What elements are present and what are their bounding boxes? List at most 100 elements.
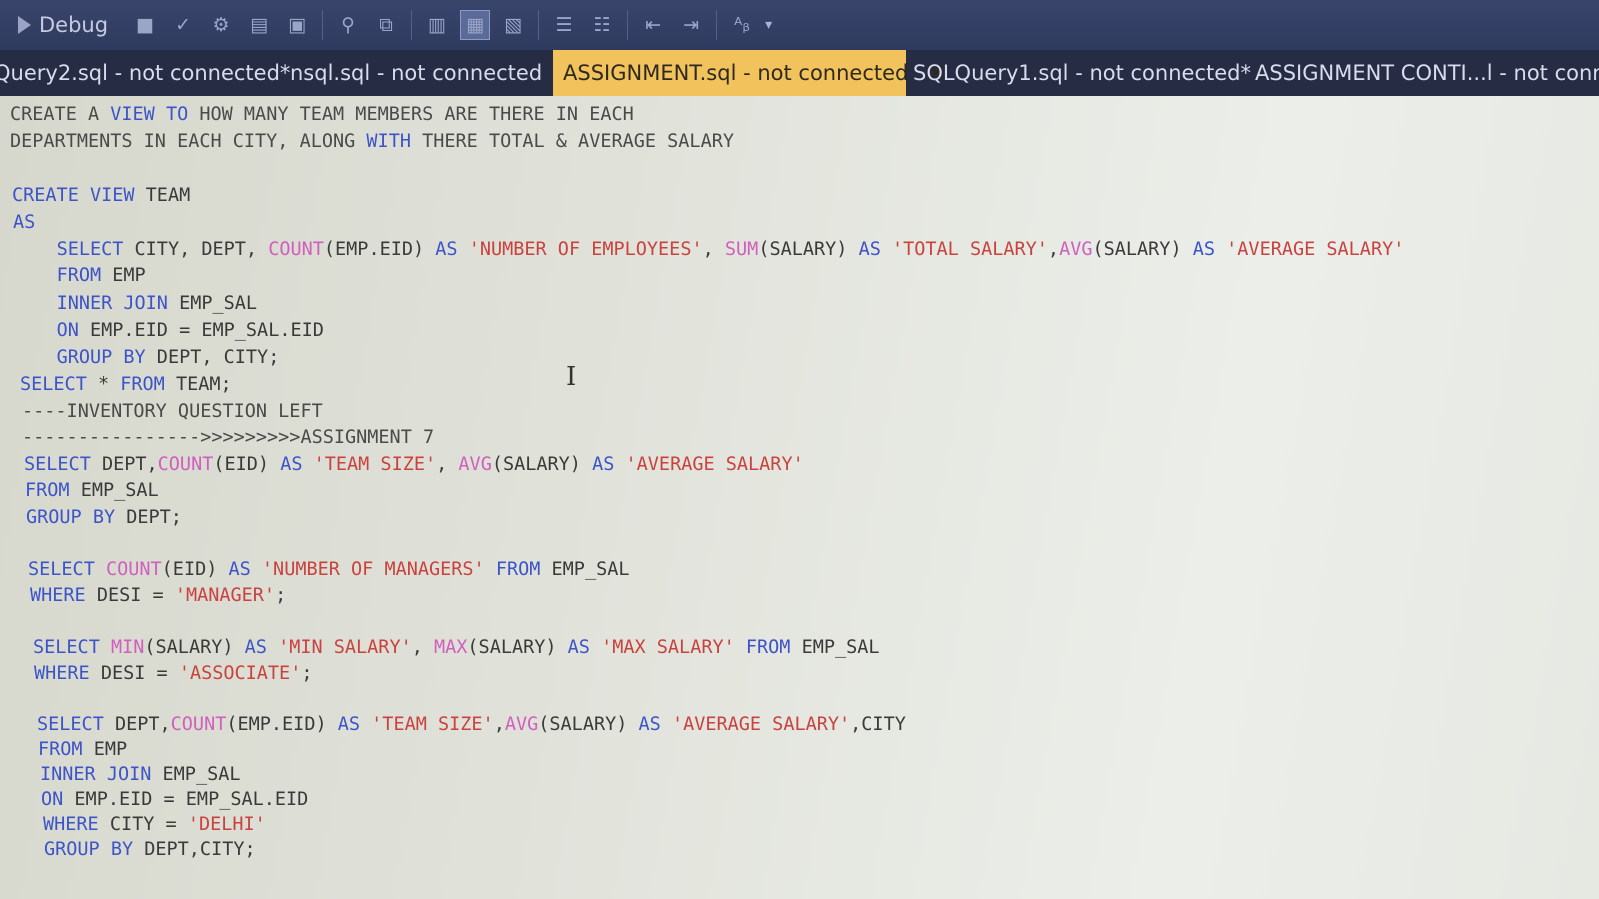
code-token: AS (592, 454, 615, 475)
code-line: ---------------->>>>>>>>>ASSIGNMENT 7 (22, 425, 434, 451)
code-token: EMP.EID = EMP_SAL.EID (63, 789, 309, 810)
results-text-icon[interactable]: ▥ (422, 10, 452, 40)
code-token: DEPT, (90, 454, 158, 475)
code-token: VIEW (110, 104, 155, 125)
code-line: WHERE CITY = 'DELHI' (43, 812, 266, 838)
code-token: DEPT, CITY; (145, 347, 280, 368)
code-token: , (493, 714, 505, 735)
code-token: FROM (38, 739, 83, 760)
toolbar-separator (322, 10, 324, 40)
play-icon (18, 16, 31, 34)
code-line: GROUP BY DEPT, CITY; (12, 345, 280, 371)
code-line: WHERE DESI = 'MANAGER'; (30, 583, 286, 609)
code-token: 'DELHI' (187, 814, 266, 835)
results-grid-icon[interactable]: ▦ (460, 10, 491, 40)
code-token: EMP_SAL (167, 293, 258, 314)
tab-label: nsql.sql - not connected (290, 61, 543, 85)
code-token: COUNT (105, 559, 162, 580)
code-line: CREATE VIEW TEAM (12, 183, 190, 209)
code-line: ON EMP.EID = EMP_SAL.EID (12, 318, 324, 344)
code-token: (EID) (161, 559, 229, 580)
tab-assignment-conti[interactable]: ASSIGNMENT CONTI...l - not conne (1255, 50, 1599, 96)
code-token: AS (1192, 239, 1216, 260)
tab-label: ASSIGNMENT.sql - not connected (563, 61, 909, 85)
toolbar-separator (411, 10, 413, 40)
code-token: , (436, 454, 459, 475)
code-token: SELECT (37, 714, 104, 735)
specify-values-icon[interactable]: ᴬᵦ (727, 10, 757, 40)
code-line: GROUP BY DEPT; (26, 505, 182, 531)
code-line: INNER JOIN EMP_SAL (40, 762, 241, 788)
code-token: DESI = (85, 585, 175, 606)
code-token: WITH (366, 131, 411, 152)
code-token: AVG (504, 714, 539, 735)
tab-query2[interactable]: Query2.sql - not connected* (0, 50, 290, 96)
tab-label: ASSIGNMENT CONTI...l - not conne (1255, 61, 1599, 85)
tab-assignment[interactable]: ASSIGNMENT.sql - not connected ✕ (553, 50, 946, 96)
toolbar-separator (538, 10, 540, 40)
toolbar: Debug ■ ✓ ⚙ ▤ ▣ ⚲ ⧉ ▥ ▦ ▧ ☰ ☷ ⇤ ⇥ ᴬᵦ ▾ (0, 0, 1599, 50)
code-token: SELECT (20, 374, 87, 395)
code-token: SELECT (28, 559, 95, 580)
code-token: CREATE A (10, 104, 111, 125)
plan-icon[interactable]: ⚲ (333, 10, 363, 40)
results-file-icon[interactable]: ▧ (498, 10, 528, 40)
increase-indent-icon[interactable]: ⇥ (676, 10, 706, 40)
query-options-icon[interactable]: ⧉ (371, 10, 401, 40)
code-token: , (702, 239, 725, 260)
code-token: 'NUMBER OF EMPLOYEES' (468, 239, 703, 260)
check-icon[interactable]: ✓ (168, 10, 198, 40)
tab-sqlquery1[interactable]: SQLQuery1.sql - not connected* (913, 50, 1251, 96)
code-token: INNER JOIN (56, 293, 168, 314)
code-token: SELECT (33, 637, 100, 658)
code-line: SELECT DEPT,COUNT(EMP.EID) AS 'TEAM SIZE… (37, 712, 906, 738)
code-token: ; (301, 663, 313, 684)
stop-icon[interactable]: ■ (130, 10, 160, 40)
code-line: ON EMP.EID = EMP_SAL.EID (41, 787, 308, 813)
code-token: SELECT (56, 239, 124, 260)
code-token: DEPT; (115, 507, 182, 528)
code-token: TEAM (134, 185, 191, 206)
parse-icon[interactable]: ⚙ (206, 10, 236, 40)
code-token: DEPT,CITY; (133, 839, 256, 860)
code-token: ,CITY (850, 714, 906, 735)
query-editor[interactable]: I CREATE A VIEW TO HOW MANY TEAM MEMBERS… (0, 96, 1599, 899)
code-token: EMP_SAL (151, 764, 241, 785)
code-token: MIN (110, 637, 145, 658)
code-token: EMP_SAL (540, 559, 630, 580)
results-icon[interactable]: ▤ (244, 10, 274, 40)
code-token: FROM (120, 374, 165, 395)
code-token: * (86, 374, 121, 395)
code-token: FROM (56, 265, 102, 286)
code-token: , (1047, 239, 1060, 260)
tab-nsql[interactable]: nsql.sql - not connected (290, 50, 542, 96)
code-token: AS (435, 239, 458, 260)
tab-label: Query2.sql - not connected* (0, 61, 291, 85)
comment-icon[interactable]: ☰ (549, 10, 579, 40)
debug-button[interactable]: Debug (18, 13, 108, 37)
code-token: TO (165, 104, 189, 125)
code-token: SELECT (24, 454, 91, 475)
code-line: AS (13, 210, 35, 236)
tab-label: SQLQuery1.sql - not connected* (913, 61, 1251, 85)
code-token: EMP (101, 265, 146, 286)
code-token: (EMP.EID) (226, 714, 338, 735)
code-token: 'TOTAL SALARY' (891, 239, 1048, 260)
uncomment-icon[interactable]: ☷ (587, 10, 617, 40)
code-token: CITY, DEPT, (123, 239, 269, 260)
save-icon[interactable]: ▣ (282, 10, 312, 40)
toolbar-overflow-icon[interactable]: ▾ (765, 17, 772, 33)
decrease-indent-icon[interactable]: ⇤ (638, 10, 668, 40)
code-token: (EMP.EID) (323, 239, 436, 260)
code-token: INNER JOIN (40, 764, 152, 785)
code-token: FROM (745, 637, 791, 658)
code-line: SELECT COUNT(EID) AS 'NUMBER OF MANAGERS… (28, 557, 630, 583)
